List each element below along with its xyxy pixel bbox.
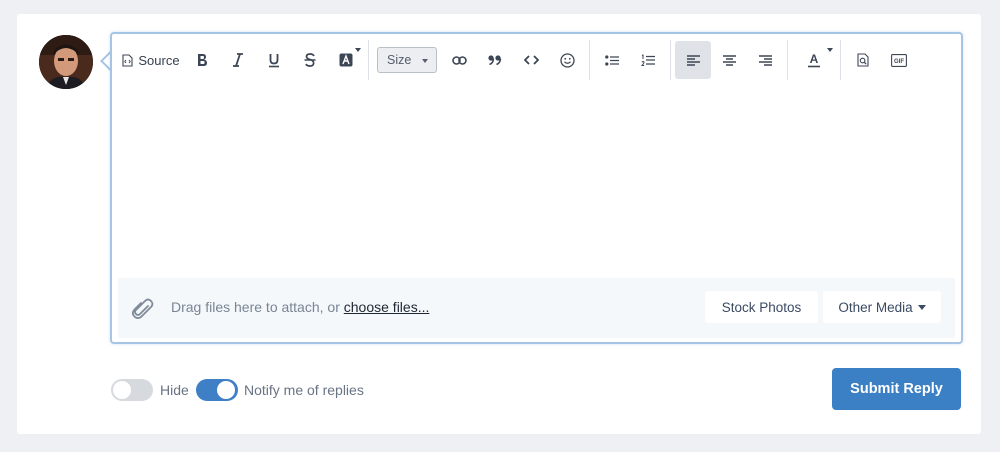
bulleted-list-icon bbox=[605, 54, 619, 66]
toolbar-divider bbox=[670, 40, 671, 80]
bold-icon bbox=[198, 54, 207, 66]
submit-reply-label: Submit Reply bbox=[850, 381, 943, 397]
align-right-button[interactable] bbox=[747, 41, 783, 79]
hide-label: Hide bbox=[160, 382, 189, 398]
attach-instructions: Drag files here to attach, or choose fil… bbox=[171, 299, 429, 315]
toolbar-divider bbox=[787, 40, 788, 80]
preview-icon bbox=[857, 53, 869, 67]
stock-photos-button[interactable]: Stock Photos bbox=[705, 291, 818, 323]
notify-replies-label: Notify me of replies bbox=[244, 382, 364, 398]
chevron-down-icon bbox=[917, 304, 926, 310]
toolbar-divider bbox=[589, 40, 590, 80]
avatar[interactable] bbox=[39, 35, 93, 89]
gif-icon: GIF bbox=[891, 53, 907, 67]
italic-button[interactable] bbox=[220, 41, 256, 79]
choose-files-link[interactable]: choose files... bbox=[344, 299, 430, 315]
attach-text: Drag files here to attach, or bbox=[171, 299, 344, 315]
align-right-icon bbox=[758, 54, 772, 66]
submit-reply-button[interactable]: Submit Reply bbox=[832, 368, 961, 410]
align-left-icon bbox=[686, 54, 700, 66]
source-icon bbox=[122, 53, 133, 67]
link-icon bbox=[451, 55, 467, 65]
chevron-down-icon bbox=[355, 48, 361, 52]
font-size-select[interactable]: Size bbox=[377, 47, 437, 73]
source-label: Source bbox=[138, 52, 180, 68]
attachment-bar: Drag files here to attach, or choose fil… bbox=[118, 278, 955, 338]
bold-button[interactable] bbox=[184, 41, 220, 79]
gif-label: GIF bbox=[894, 59, 904, 65]
code-icon bbox=[523, 55, 539, 65]
numbered-list-button[interactable] bbox=[630, 41, 666, 79]
reply-editor: Source Size A GIF Drag files here to att… bbox=[110, 32, 963, 344]
editor-content-area[interactable] bbox=[116, 88, 957, 274]
align-center-button[interactable] bbox=[711, 41, 747, 79]
numbered-list-icon bbox=[641, 53, 655, 66]
preview-button[interactable] bbox=[845, 41, 881, 79]
smiley-icon bbox=[559, 52, 575, 68]
text-style-button[interactable] bbox=[328, 41, 364, 79]
quote-icon bbox=[488, 55, 502, 65]
chevron-down-icon bbox=[422, 59, 428, 63]
align-center-icon bbox=[722, 54, 736, 66]
gif-button[interactable]: GIF bbox=[881, 41, 917, 79]
hide-toggle[interactable] bbox=[111, 379, 153, 401]
stock-photos-label: Stock Photos bbox=[721, 299, 802, 315]
strikethrough-button[interactable] bbox=[292, 41, 328, 79]
font-size-label: Size bbox=[387, 53, 412, 67]
avatar-image bbox=[39, 35, 93, 89]
toggle-knob bbox=[113, 381, 131, 399]
text-color-button[interactable]: A bbox=[792, 41, 836, 79]
underline-button[interactable] bbox=[256, 41, 292, 79]
paperclip-icon bbox=[131, 298, 154, 320]
text-color-icon: A bbox=[808, 53, 820, 67]
text-style-icon bbox=[339, 53, 353, 67]
insert-link-button[interactable] bbox=[441, 41, 477, 79]
align-left-button[interactable] bbox=[675, 41, 711, 79]
chevron-down-icon bbox=[827, 48, 833, 52]
notify-replies-toggle[interactable] bbox=[196, 379, 238, 401]
italic-icon bbox=[233, 53, 243, 67]
quote-button[interactable] bbox=[477, 41, 513, 79]
toolbar-divider bbox=[840, 40, 841, 80]
font-size-dropdown[interactable]: Size bbox=[373, 41, 441, 79]
code-button[interactable] bbox=[513, 41, 549, 79]
bulleted-list-button[interactable] bbox=[594, 41, 630, 79]
editor-toolbar: Source Size A GIF bbox=[112, 34, 961, 86]
toolbar-divider bbox=[368, 40, 369, 80]
source-button[interactable]: Source bbox=[118, 41, 184, 79]
emoji-button[interactable] bbox=[549, 41, 585, 79]
text-color-letter: A bbox=[810, 53, 819, 66]
underline-icon bbox=[269, 53, 279, 67]
other-media-button[interactable]: Other Media bbox=[823, 291, 941, 323]
toggle-knob bbox=[217, 381, 235, 399]
strikethrough-icon bbox=[304, 53, 316, 67]
other-media-label: Other Media bbox=[838, 299, 913, 315]
